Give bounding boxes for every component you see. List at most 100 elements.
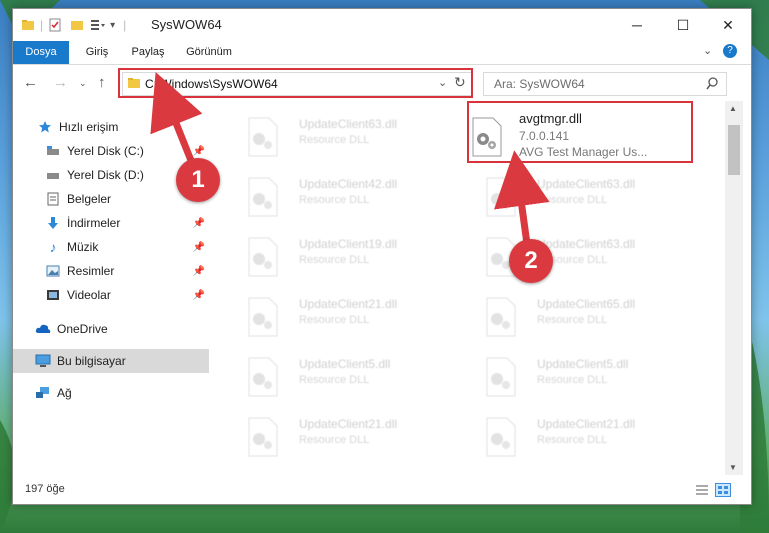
file-item[interactable]: UpdateClient63.dll Resource DLL [227,107,447,163]
search-placeholder[interactable]: Ara: SysWOW64 [494,77,585,91]
tab-share[interactable]: Paylaş [125,41,171,64]
star-icon [37,119,53,135]
step-badge-1: 1 [176,158,220,202]
file-name: UpdateClient63.dll [299,117,398,131]
large-icons-view-icon[interactable] [715,483,731,497]
file-name: UpdateClient5.dll [537,357,629,371]
file-item[interactable]: UpdateClient21.dll Resource DLL [227,287,447,343]
properties-icon[interactable] [48,18,62,32]
dll-file-icon [248,177,278,217]
file-item[interactable]: UpdateClient19.dll Resource DLL [227,227,447,283]
network-icon [35,385,51,401]
file-description: Resource DLL [299,254,370,266]
file-item[interactable]: UpdateClient65.dll Resource DLL [465,287,685,343]
scrollbar-thumb[interactable] [728,125,740,175]
file-name: UpdateClient63.dll [537,177,636,191]
nav-label: Videolar [67,288,111,302]
file-item[interactable]: UpdateClient63.dll Resource DLL [465,167,685,223]
pin-icon: 📌 [192,217,205,229]
file-description: Resource DLL [537,314,608,326]
close-button[interactable]: ✕ [705,9,751,41]
navigation-pane: Hızlı erişim Yerel Disk (C:) 📌 Yerel Dis… [13,101,209,475]
nav-downloads[interactable]: İndirmeler 📌 [13,211,209,235]
video-icon [45,287,61,303]
minimize-button[interactable]: ─ [614,9,660,41]
file-name: UpdateClient19.dll [299,237,398,251]
file-description: Resource DLL [299,314,370,326]
nav-local-disk-c[interactable]: Yerel Disk (C:) 📌 [13,139,209,163]
view-options-icon[interactable] [90,18,106,32]
file-name: UpdateClient63.dll [537,237,636,251]
file-name: UpdateClient65.dll [537,297,636,311]
recent-locations-icon[interactable]: ⌄ [79,78,87,89]
file-item[interactable]: UpdateClient21.dll Resource DLL [465,407,685,463]
nav-network[interactable]: Ağ [13,381,209,405]
tab-view[interactable]: Görünüm [179,41,239,64]
file-item[interactable]: UpdateClient5.dll Resource DLL [465,347,685,403]
file-description: Resource DLL [537,374,608,386]
address-bar-row: ← → ⌄ ↑ C:\Windows\SysWOW64 ⌄ ↻ Ara: Sys… [13,65,751,101]
nav-label: Ağ [57,386,72,400]
nav-music[interactable]: ♪ Müzik 📌 [13,235,209,259]
search-icon[interactable] [706,77,719,90]
title-bar: | ▾ | SysWOW64 ─ ☐ ✕ [13,9,751,41]
maximize-button[interactable]: ☐ [660,9,706,41]
scroll-up-icon[interactable]: ▲ [729,104,737,113]
dll-file-icon [248,417,278,457]
up-icon[interactable]: ↑ [98,74,106,91]
nav-label: Resimler [67,264,115,278]
nav-this-pc[interactable]: Bu bilgisayar [13,349,209,373]
title-divider: | [123,18,127,32]
file-name: UpdateClient21.dll [299,417,398,431]
file-item[interactable]: UpdateClient5.dll Resource DLL [227,347,447,403]
pin-icon: 📌 [192,289,205,301]
back-icon[interactable]: ← [23,74,38,91]
file-explorer-window: | ▾ | SysWOW64 ─ ☐ ✕ Dosya Giriş Paylaş … [12,8,752,505]
drive-icon [45,167,61,183]
cloud-icon [35,321,51,337]
help-icon[interactable]: ? [723,44,737,58]
step-badge-2: 2 [509,239,553,283]
nav-label: Hızlı erişim [59,120,119,134]
new-folder-icon[interactable] [70,18,84,32]
nav-label: Yerel Disk (C:) [67,144,144,158]
file-name: UpdateClient42.dll [299,177,398,191]
pin-icon: 📌 [192,241,205,253]
file-name: UpdateClient21.dll [299,297,398,311]
toolbar-divider: | [40,18,44,32]
scroll-down-icon[interactable]: ▼ [729,463,737,472]
nav-label: Bu bilgisayar [57,354,126,368]
pictures-icon [45,263,61,279]
file-item[interactable]: UpdateClient42.dll Resource DLL [227,167,447,223]
dll-file-icon [248,237,278,277]
folder-icon[interactable] [21,18,35,32]
file-description: Resource DLL [299,434,370,446]
file-name: UpdateClient5.dll [299,357,391,371]
search-box[interactable]: Ara: SysWOW64 [483,72,727,96]
file-list: avgtmgr.dll 7.0.0.141 AVG Test Manager U… [209,101,725,475]
drive-icon [45,143,61,159]
nav-quick-access[interactable]: Hızlı erişim [13,115,209,139]
tab-file[interactable]: Dosya [13,41,69,64]
nav-label: OneDrive [57,322,108,336]
address-highlight-frame [118,68,473,98]
customize-toolbar-icon[interactable]: ▾ [110,20,115,31]
dll-file-icon [486,357,516,397]
details-view-icon[interactable] [695,484,709,496]
nav-onedrive[interactable]: OneDrive [13,317,209,341]
download-icon [45,215,61,231]
expand-ribbon-icon[interactable]: ⌄ [703,44,712,57]
forward-icon[interactable]: → [53,74,68,91]
window-title: SysWOW64 [151,17,222,32]
ribbon-tabs: Dosya Giriş Paylaş Görünüm ⌄ ? [13,41,751,65]
file-description: Resource DLL [299,134,370,146]
nav-pictures[interactable]: Resimler 📌 [13,259,209,283]
item-count: 197 öğe [25,483,65,495]
dll-file-icon [248,297,278,337]
tab-home[interactable]: Giriş [75,41,119,64]
nav-videos[interactable]: Videolar 📌 [13,283,209,307]
file-item[interactable]: UpdateClient21.dll Resource DLL [227,407,447,463]
vertical-scrollbar[interactable]: ▲ ▼ [725,101,743,475]
nav-label: İndirmeler [67,216,121,230]
file-item[interactable]: UpdateClient63.dll Resource DLL [465,227,685,283]
